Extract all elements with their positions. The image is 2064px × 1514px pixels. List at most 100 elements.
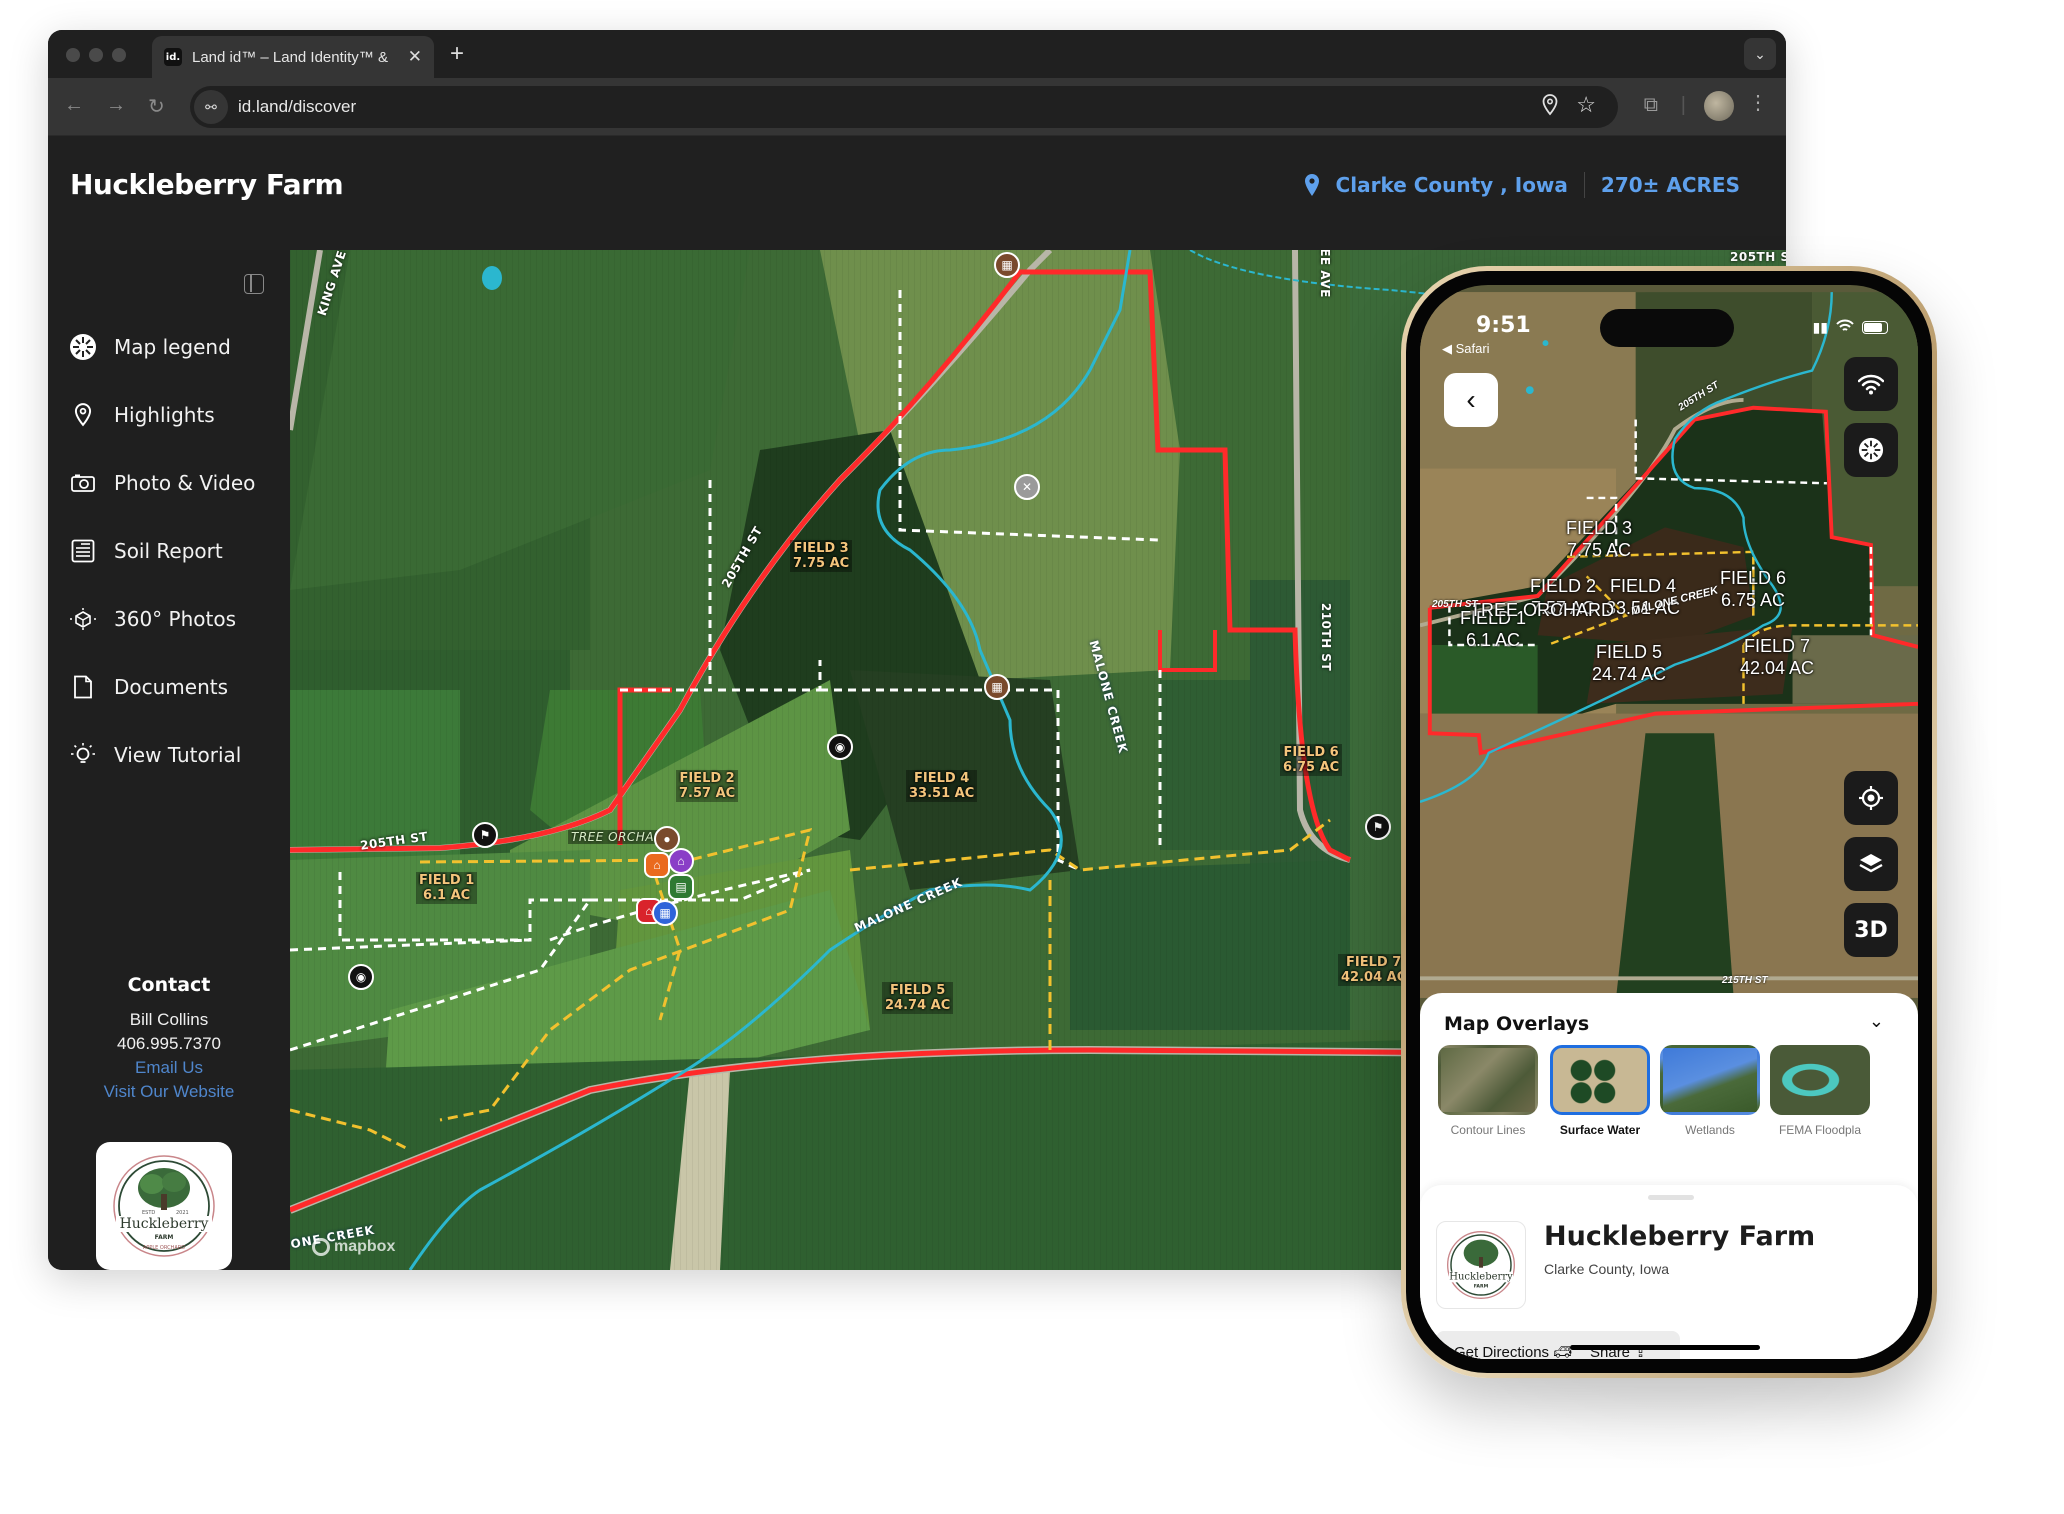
- new-tab-button[interactable]: +: [450, 40, 464, 68]
- acres-text: 270± ACRES: [1600, 173, 1740, 197]
- camera-icon: [68, 468, 98, 498]
- property-location: Clarke County, Iowa: [1544, 1261, 1670, 1277]
- pond: [1542, 340, 1549, 347]
- compass-icon: [1858, 437, 1884, 463]
- contact-name: Bill Collins: [129, 1010, 209, 1029]
- window-controls: [66, 48, 126, 62]
- maximize-window-button[interactable]: [112, 48, 126, 62]
- mapbox-attribution[interactable]: mapbox: [312, 1238, 395, 1256]
- sheet-grabber[interactable]: [1648, 1195, 1694, 1200]
- tab-list-chevron-icon[interactable]: ⌄: [1744, 38, 1776, 70]
- map-pin-icon: [68, 400, 98, 430]
- overlay-surface-water[interactable]: Surface Water: [1548, 1045, 1652, 1137]
- reload-icon[interactable]: ↻: [148, 94, 165, 119]
- collapse-sidebar-icon[interactable]: [244, 274, 264, 294]
- sidebar-item-documents[interactable]: Documents: [68, 672, 228, 702]
- phone-field-label[interactable]: FIELD 5 24.74 AC: [1592, 641, 1666, 685]
- location-text[interactable]: Clarke County , Iowa: [1336, 173, 1568, 197]
- forward-arrow-icon[interactable]: →: [106, 94, 126, 117]
- phone-screen: FIELD 3 7.75 AC FIELD 2 7.57 AC FIELD 4 33.…: [1420, 285, 1918, 1359]
- close-window-button[interactable]: [66, 48, 80, 62]
- get-directions-button[interactable]: Get Directions 🚙︎: [1436, 1331, 1591, 1359]
- barn-marker-icon[interactable]: ⌂: [668, 848, 694, 874]
- kebab-menu-icon[interactable]: ⋮: [1748, 90, 1768, 115]
- sidebar-item-label: Documents: [114, 675, 229, 699]
- svg-text:Huckleberry: Huckleberry: [1449, 1272, 1513, 1283]
- overlay-thumbnail: [1438, 1045, 1538, 1115]
- overlay-contour-lines[interactable]: Contour Lines: [1436, 1045, 1540, 1137]
- field-label[interactable]: FIELD 2 7.57 AC: [676, 770, 739, 802]
- wifi-toggle-button[interactable]: [1844, 357, 1898, 411]
- layers-icon: [1859, 854, 1883, 873]
- back-to-safari[interactable]: ◀ Safari: [1442, 341, 1490, 357]
- compass-icon: [68, 332, 98, 362]
- browser-toolbar: ← → ↻ ⚯ id.land/discover ☆ ⧉ | ⋮: [48, 78, 1786, 136]
- sidebar-item-map-legend[interactable]: Map legend: [68, 332, 231, 362]
- overlay-thumbnail: [1660, 1045, 1760, 1115]
- map-legend-button[interactable]: [1844, 423, 1898, 477]
- gate-marker-icon[interactable]: ▦: [984, 674, 1010, 700]
- phone-field-label[interactable]: FIELD 6 6.75 AC: [1720, 567, 1786, 611]
- sidebar-item-soil-report[interactable]: Soil Report: [68, 536, 223, 566]
- address-bar[interactable]: ⚯ id.land/discover ☆: [190, 86, 1618, 128]
- mapbox-logo-icon: [312, 1238, 330, 1256]
- phone-field-label[interactable]: FIELD 7 42.04 AC: [1740, 635, 1814, 679]
- minimize-window-button[interactable]: [89, 48, 103, 62]
- camera-marker-icon[interactable]: ◉: [348, 964, 374, 990]
- shed-marker-icon[interactable]: ▤: [668, 874, 694, 900]
- windmill-marker-icon[interactable]: ✕: [1014, 474, 1040, 500]
- collapse-chevron-icon[interactable]: ⌄: [1869, 1011, 1884, 1032]
- svg-text:FARM: FARM: [155, 1234, 174, 1241]
- layers-button[interactable]: [1844, 837, 1898, 891]
- site-info-icon[interactable]: ⚯: [194, 90, 228, 124]
- fence-marker-icon[interactable]: ▦: [652, 900, 678, 926]
- sign-marker-icon[interactable]: ⚑: [472, 822, 498, 848]
- location-pin-icon: [1304, 174, 1319, 196]
- extensions-puzzle-icon[interactable]: ⧉: [1644, 94, 1658, 117]
- sidebar-item-360-photos[interactable]: 360° Photos: [68, 604, 236, 634]
- camera-marker-icon[interactable]: ◉: [827, 734, 853, 760]
- sidebar-item-photo-video[interactable]: Photo & Video: [68, 468, 255, 498]
- sidebar-item-view-tutorial[interactable]: View Tutorial: [68, 740, 241, 770]
- contact-phone[interactable]: 406.995.7370: [48, 1032, 290, 1056]
- sidebar: Map legend Highlights Photo & Video Soil…: [48, 250, 290, 1270]
- farm-logo-emblem: Huckleberry FARM: [1447, 1231, 1515, 1299]
- back-arrow-icon[interactable]: ←: [64, 94, 84, 117]
- overlay-fema-floodplain[interactable]: FEMA Floodpla: [1768, 1045, 1872, 1137]
- field-label[interactable]: FIELD 5 24.74 AC: [882, 982, 954, 1014]
- property-logo: Huckleberry FARM: [1436, 1221, 1526, 1309]
- field-label[interactable]: FIELD 1 6.1 AC: [416, 872, 478, 904]
- divider: [1583, 172, 1585, 198]
- tab-close-icon[interactable]: ✕: [408, 47, 422, 67]
- cube-360-icon: [68, 604, 98, 634]
- 3d-toggle-button[interactable]: 3D: [1844, 903, 1898, 957]
- location-summary: Clarke County , Iowa 270± ACRES: [1304, 172, 1740, 198]
- app-header: Huckleberry Farm Clarke County , Iowa 27…: [48, 136, 1786, 250]
- tab-title: Land id™ – Land Identity™ & I: [192, 48, 392, 66]
- sidebar-item-highlights[interactable]: Highlights: [68, 400, 215, 430]
- phone-road-label-215th: 215TH ST: [1722, 975, 1768, 986]
- sidebar-item-label: Photo & Video: [114, 471, 256, 495]
- overlay-wetlands[interactable]: Wetlands: [1658, 1045, 1762, 1137]
- profile-avatar[interactable]: [1704, 91, 1734, 121]
- location-pin-icon[interactable]: [1542, 94, 1558, 122]
- gate-marker-icon[interactable]: ▦: [994, 252, 1020, 278]
- back-button[interactable]: ‹: [1444, 373, 1498, 427]
- house-marker-icon[interactable]: ⌂: [644, 852, 670, 878]
- browser-tab[interactable]: id. Land id™ – Land Identity™ & I ✕: [152, 36, 434, 78]
- property-card: Huckleberry FARM Huckleberry Farm Clarke…: [1420, 1185, 1918, 1359]
- email-us-link[interactable]: Email Us: [48, 1056, 290, 1080]
- star-icon[interactable]: ☆: [1576, 92, 1596, 118]
- wifi-icon: [1858, 374, 1884, 395]
- url-text[interactable]: id.land/discover: [238, 97, 356, 117]
- report-icon: [68, 536, 98, 566]
- phone-tree-orchard-label: TREE ORCHARD: [1470, 600, 1615, 620]
- field-label[interactable]: FIELD 3 7.75 AC: [790, 540, 853, 572]
- phone-field-label[interactable]: FIELD 3 7.75 AC: [1566, 517, 1632, 561]
- locate-me-button[interactable]: [1844, 771, 1898, 825]
- overlay-thumbnail: [1770, 1045, 1870, 1115]
- overlay-label: FEMA Floodpla: [1778, 1123, 1862, 1137]
- visit-website-link[interactable]: Visit Our Website: [48, 1080, 290, 1104]
- battery-icon: [1862, 321, 1888, 334]
- field-label[interactable]: FIELD 4 33.51 AC: [906, 770, 978, 802]
